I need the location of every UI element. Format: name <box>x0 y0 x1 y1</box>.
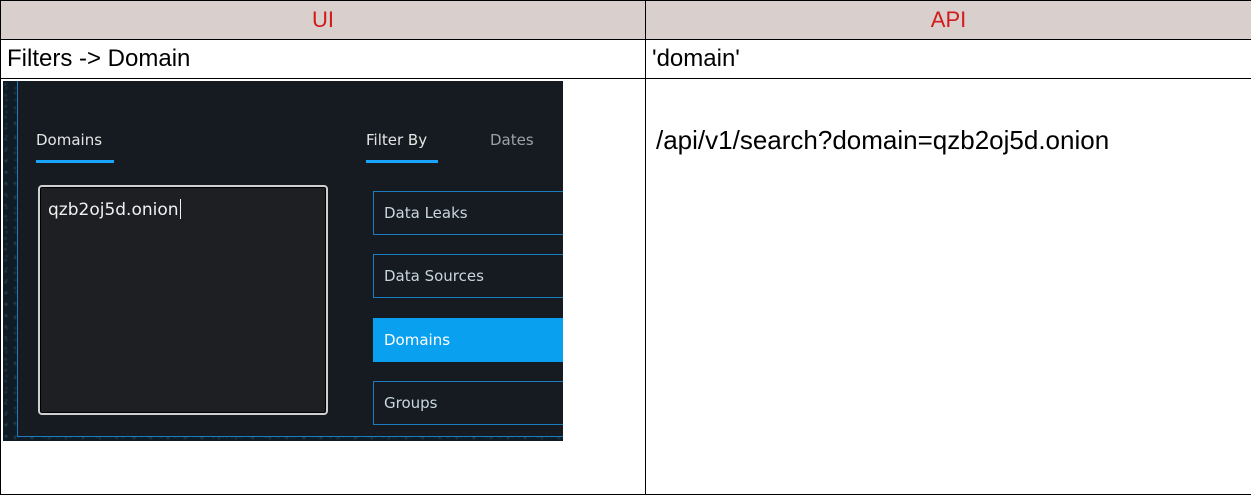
ui-filter-label: Filters -> Domain <box>0 39 646 79</box>
tab-dates[interactable]: Dates <box>490 131 534 149</box>
tab-domains[interactable]: Domains <box>36 131 102 149</box>
label-row: Filters -> Domain 'domain' <box>0 39 1251 79</box>
header-ui: UI <box>0 0 646 40</box>
filter-data-sources-button[interactable]: Data Sources <box>373 254 563 298</box>
filter-groups-button[interactable]: Groups <box>373 381 563 425</box>
api-example-cell: /api/v1/search?domain=qzb2oj5d.onion <box>645 78 1251 495</box>
example-row: Domains Filter By Dates qzb2oj5d.onion D… <box>0 78 1251 495</box>
filter-data-leaks-button[interactable]: Data Leaks <box>373 191 563 235</box>
mapping-table: UI API Filters -> Domain 'domain' Domain… <box>0 0 1251 495</box>
filter-panel: Domains Filter By Dates qzb2oj5d.onion D… <box>17 81 563 437</box>
domains-textarea[interactable]: qzb2oj5d.onion <box>38 185 328 415</box>
api-example-url: /api/v1/search?domain=qzb2oj5d.onion <box>656 125 1110 155</box>
tab-domains-underline <box>36 160 114 163</box>
text-caret <box>179 199 181 219</box>
api-param-label: 'domain' <box>645 39 1251 79</box>
header-api: API <box>645 0 1251 40</box>
ui-screenshot: Domains Filter By Dates qzb2oj5d.onion D… <box>3 81 563 441</box>
ui-screenshot-cell: Domains Filter By Dates qzb2oj5d.onion D… <box>0 78 646 495</box>
tab-filter-by-underline <box>366 160 438 163</box>
tab-filter-by[interactable]: Filter By <box>366 131 427 149</box>
filter-domains-button[interactable]: Domains <box>373 318 563 362</box>
domain-input-value: qzb2oj5d.onion <box>48 199 181 220</box>
header-row: UI API <box>0 0 1251 40</box>
